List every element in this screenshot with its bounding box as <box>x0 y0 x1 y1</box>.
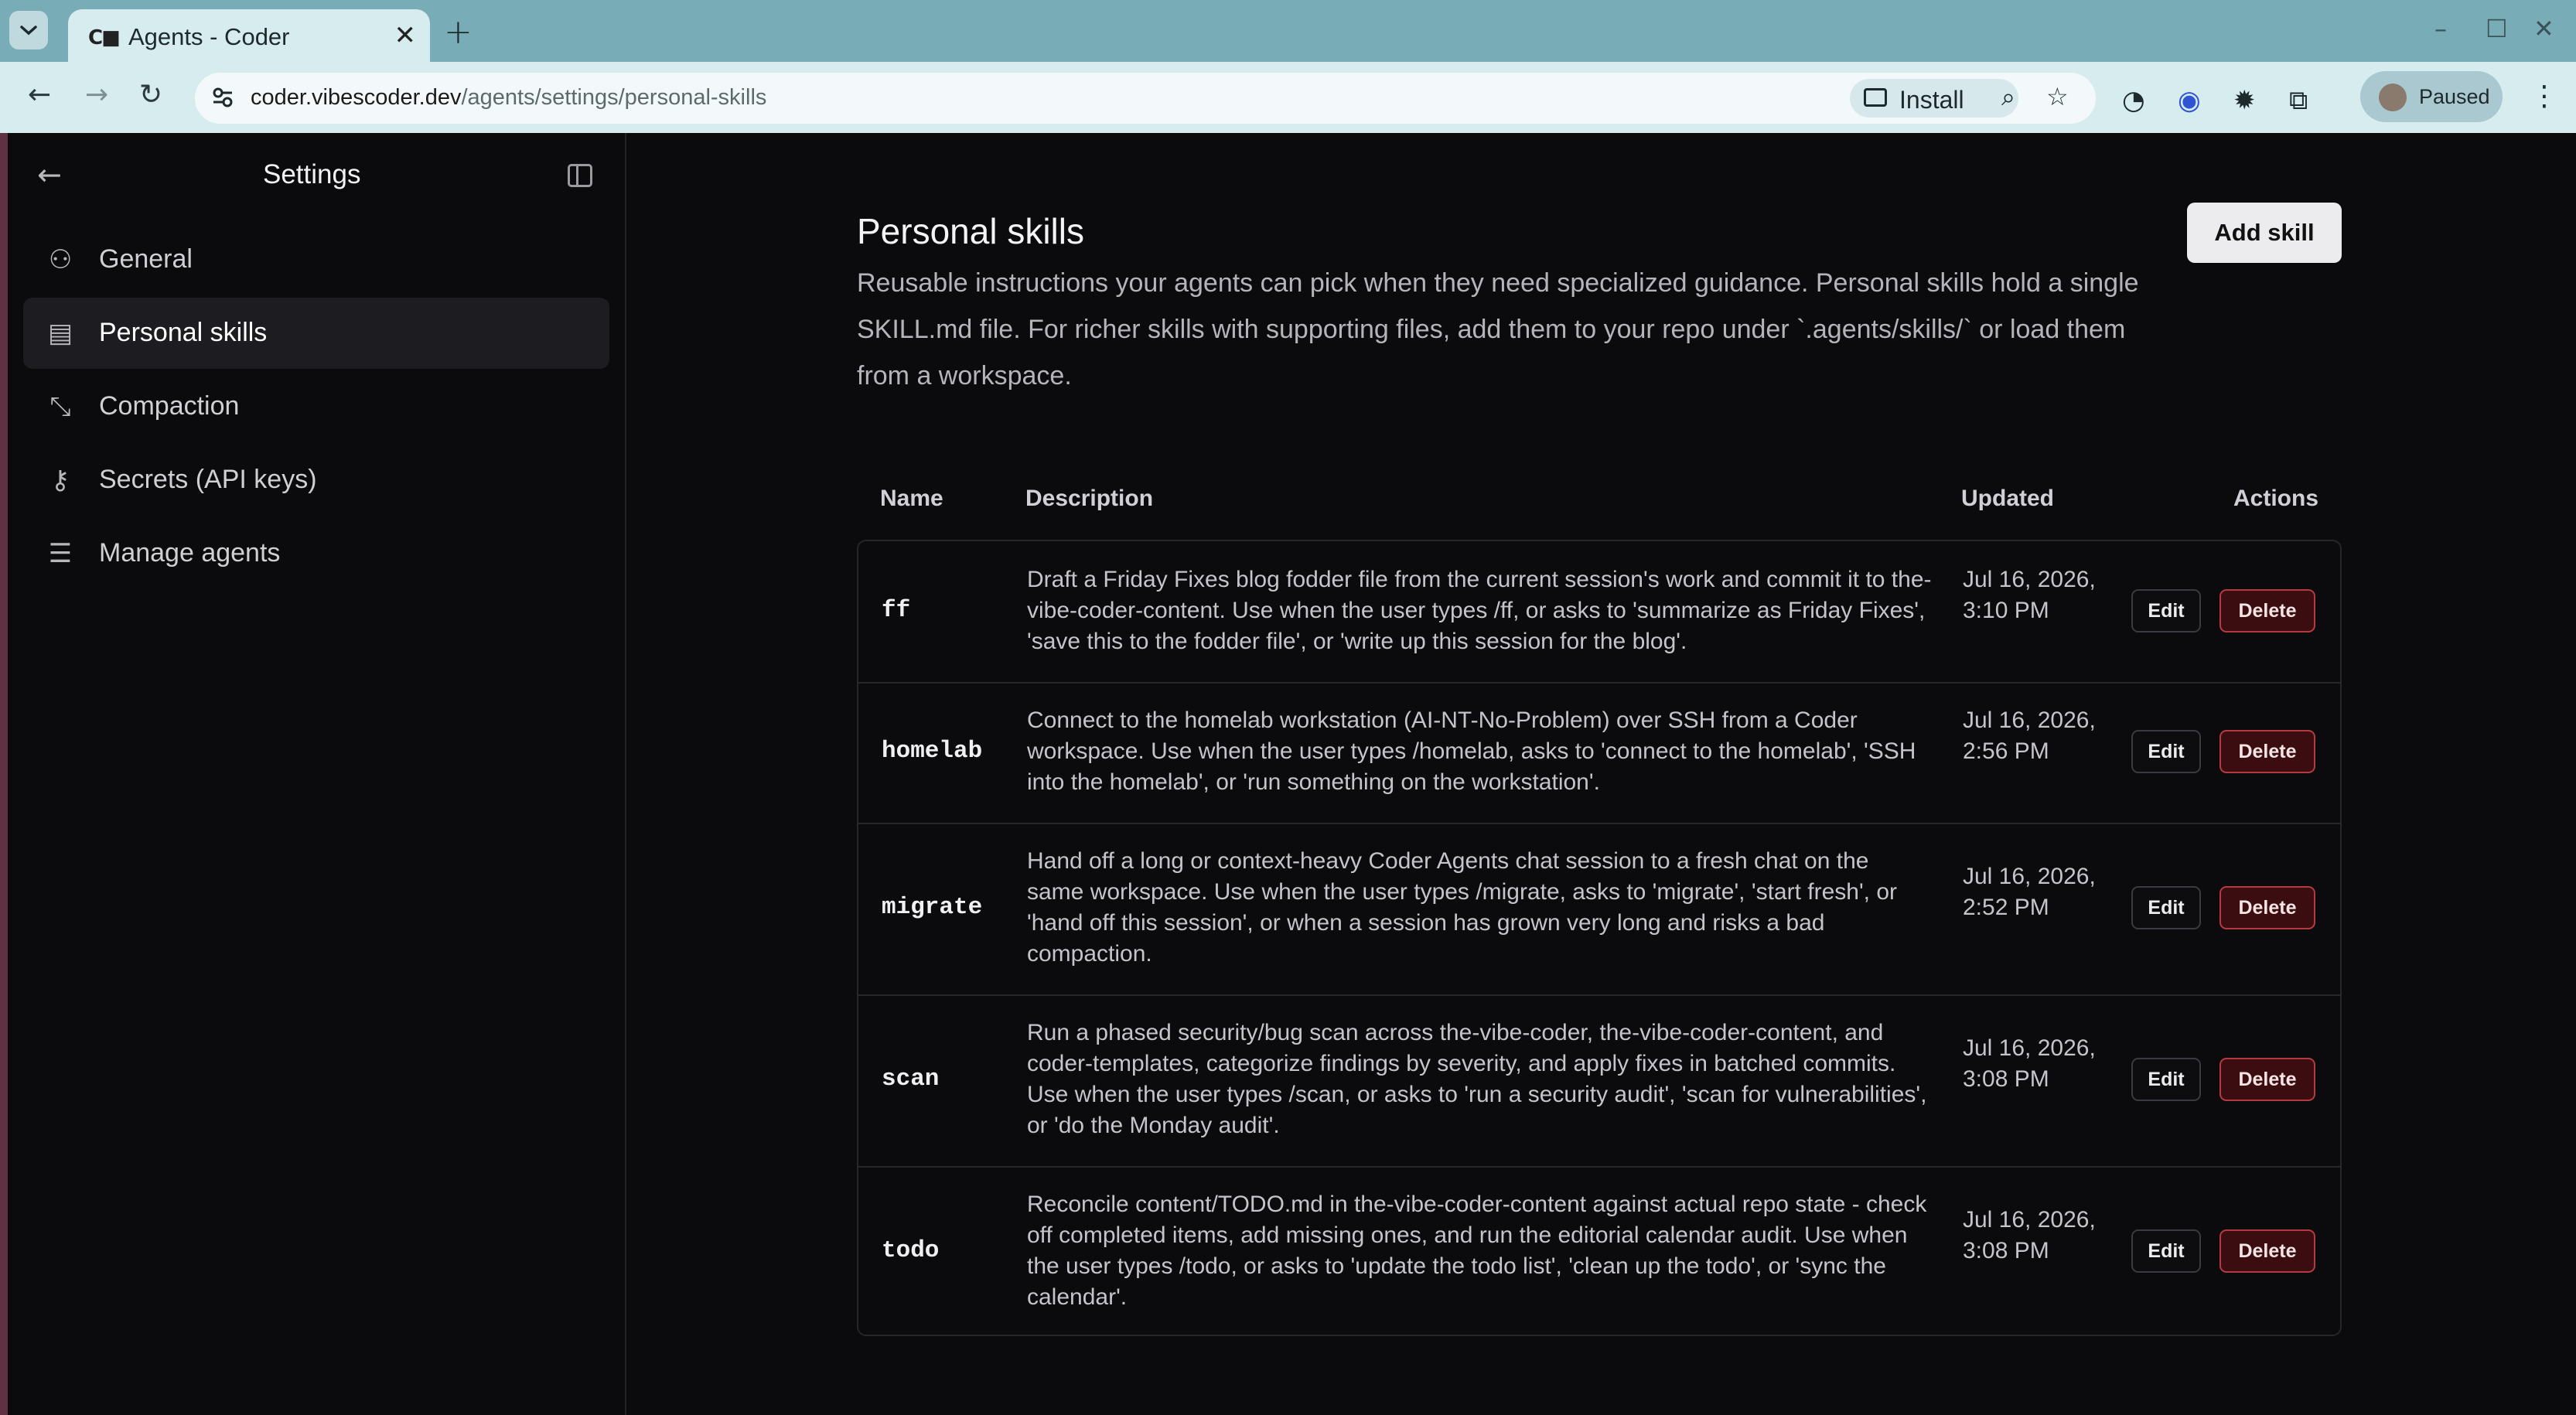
settings-nav: ⚇ General ▤ Personal skills ⤡ Compaction… <box>23 224 609 592</box>
table-row: todo Reconcile content/TODO.md in the-vi… <box>858 1166 2340 1335</box>
sidebar-item-label: Manage agents <box>99 538 281 568</box>
skill-updated: Jul 16, 2026, 3:08 PM <box>1963 1035 2096 1092</box>
tab-strip: C■ Agents - Coder ✕ + – ☐ ✕ <box>0 0 2576 62</box>
sidebar-item-manage-agents[interactable]: ☰ Manage agents <box>23 518 609 589</box>
delete-button[interactable]: Delete <box>2219 1229 2315 1273</box>
minimize-icon[interactable]: – <box>2434 14 2447 43</box>
table-row: homelab Connect to the homelab workstati… <box>858 682 2340 824</box>
skill-name: homelab <box>882 738 983 765</box>
column-header-name: Name <box>880 486 943 511</box>
skill-description: Connect to the homelab workstation (AI-N… <box>1027 708 1916 795</box>
skill-description: Draft a Friday Fixes blog fodder file fr… <box>1027 567 1932 654</box>
edit-button[interactable]: Edit <box>2131 589 2201 632</box>
sidebar-item-personal-skills[interactable]: ▤ Personal skills <box>23 298 609 369</box>
document-icon: ▤ <box>47 318 73 349</box>
column-header-updated: Updated <box>1961 486 2054 511</box>
tab-title: Agents - Coder <box>128 23 290 50</box>
delete-button[interactable]: Delete <box>2219 730 2315 773</box>
tab-search-button[interactable] <box>9 11 48 49</box>
skills-table: ff Draft a Friday Fixes blog fodder file… <box>857 540 2342 1336</box>
browser-tab[interactable]: C■ Agents - Coder ✕ <box>68 9 430 62</box>
page-title: Personal skills <box>857 211 1084 251</box>
page-description: Reusable instructions your agents can pi… <box>857 268 2139 390</box>
url-text: coder.vibescoder.dev/agents/settings/per… <box>251 85 766 111</box>
sidebar-item-general[interactable]: ⚇ General <box>23 224 609 295</box>
skill-description: Hand off a long or context-heavy Coder A… <box>1027 848 1898 967</box>
skill-updated: Jul 16, 2026, 3:08 PM <box>1963 1207 2096 1263</box>
coder-favicon-icon: C■ <box>88 26 121 49</box>
edit-button[interactable]: Edit <box>2131 1058 2201 1101</box>
user-icon: ⚇ <box>48 244 73 275</box>
new-tab-icon[interactable]: + <box>444 12 473 52</box>
install-icon <box>1864 88 1887 107</box>
skill-updated: Jul 16, 2026, 2:52 PM <box>1963 864 2096 920</box>
skill-name: todo <box>882 1237 940 1264</box>
sidebar-item-label: Compaction <box>99 391 240 421</box>
sidebar-item-label: Secrets (API keys) <box>99 465 317 494</box>
extension-shield-icon[interactable]: ◔ <box>2122 85 2145 116</box>
skill-description: Run a phased security/bug scan across th… <box>1027 1020 1927 1138</box>
install-app-button[interactable]: Install <box>1850 79 2018 118</box>
install-label: Install <box>1899 86 1964 114</box>
maximize-icon[interactable]: ☐ <box>2486 14 2508 43</box>
table-row: migrate Hand off a long or context-heavy… <box>858 823 2340 996</box>
column-header-actions: Actions <box>2233 486 2319 511</box>
edit-button[interactable]: Edit <box>2131 1229 2201 1273</box>
chevron-down-icon <box>20 26 37 36</box>
skill-name: ff <box>882 597 911 624</box>
sidebar-item-secrets[interactable]: ⚷ Secrets (API keys) <box>23 445 609 516</box>
bookmark-star-icon[interactable]: ☆ <box>2046 82 2069 111</box>
zoom-icon[interactable]: ⌕ <box>2001 82 2015 112</box>
address-bar[interactable]: coder.vibescoder.dev/agents/settings/per… <box>195 73 2096 124</box>
column-header-description: Description <box>1025 486 1154 511</box>
compress-icon: ⤡ <box>49 391 71 422</box>
back-arrow-icon[interactable]: ← <box>37 158 62 192</box>
browser-menu-icon[interactable]: ⋮ <box>2530 80 2558 112</box>
settings-sidebar: ← Settings ⚇ General ▤ Personal skills ⤡… <box>8 133 626 1415</box>
reload-icon[interactable]: ↻ <box>139 79 162 111</box>
close-tab-icon[interactable]: ✕ <box>394 20 417 51</box>
skill-description: Reconcile content/TODO.md in the-vibe-co… <box>1027 1192 1927 1310</box>
window-edge <box>0 133 8 1415</box>
sliders-icon: ☰ <box>48 538 73 569</box>
skill-name: migrate <box>882 894 983 921</box>
profile-button[interactable]: Paused <box>2360 71 2503 122</box>
sidebar-item-label: General <box>99 244 193 274</box>
sidebar-item-label: Personal skills <box>99 318 268 347</box>
edit-button[interactable]: Edit <box>2131 886 2201 929</box>
url-path: /agents/settings/personal-skills <box>461 85 767 110</box>
skill-updated: Jul 16, 2026, 2:56 PM <box>1963 708 2096 764</box>
table-row: scan Run a phased security/bug scan acro… <box>858 994 2340 1168</box>
sidebar-title: Settings <box>263 159 361 189</box>
close-window-icon[interactable]: ✕ <box>2533 14 2554 43</box>
add-skill-button[interactable]: Add skill <box>2187 203 2342 263</box>
back-icon[interactable]: ← <box>28 79 51 111</box>
extension-c-icon[interactable]: ◉ <box>2178 85 2201 116</box>
skill-updated: Jul 16, 2026, 3:10 PM <box>1963 567 2096 623</box>
browser-chrome: C■ Agents - Coder ✕ + – ☐ ✕ ← → ↻ coder.… <box>0 0 2576 133</box>
skill-name: scan <box>882 1066 940 1093</box>
edit-button[interactable]: Edit <box>2131 730 2201 773</box>
profile-status: Paused <box>2419 85 2490 108</box>
extensions-puzzle-icon[interactable]: ⧉ <box>2289 85 2308 116</box>
forward-icon[interactable]: → <box>85 79 108 111</box>
site-info-icon[interactable] <box>210 85 235 110</box>
extension-gear-icon[interactable]: ✹ <box>2233 85 2256 116</box>
key-icon: ⚷ <box>50 465 70 496</box>
sidebar-item-compaction[interactable]: ⤡ Compaction <box>23 371 609 442</box>
collapse-sidebar-icon[interactable] <box>568 164 592 187</box>
url-host: coder.vibescoder.dev <box>251 85 462 110</box>
delete-button[interactable]: Delete <box>2219 589 2315 632</box>
delete-button[interactable]: Delete <box>2219 1058 2315 1101</box>
main-content: Personal skills Reusable instructions yo… <box>626 133 2576 1415</box>
delete-button[interactable]: Delete <box>2219 886 2315 929</box>
table-row: ff Draft a Friday Fixes blog fodder file… <box>858 541 2340 684</box>
browser-toolbar: ← → ↻ coder.vibescoder.dev/agents/settin… <box>0 62 2576 133</box>
avatar <box>2379 84 2407 111</box>
